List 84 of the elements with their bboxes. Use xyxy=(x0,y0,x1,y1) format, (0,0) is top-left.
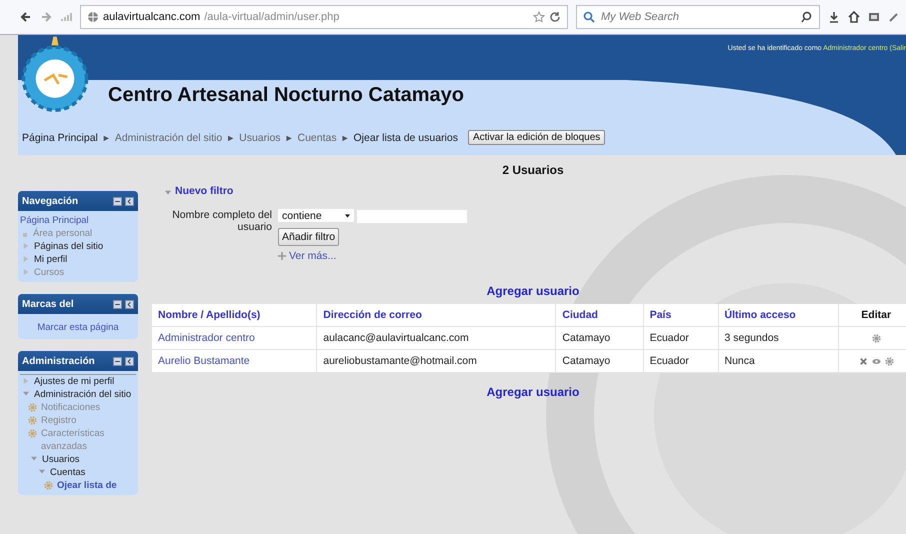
page-heading: 2 Usuarios xyxy=(501,163,565,177)
operator-dropdown[interactable]: contiene xyxy=(278,209,354,222)
breadcrumb-link[interactable]: Cuentas xyxy=(297,132,337,144)
breadcrumb-link[interactable]: Usuarios xyxy=(239,132,281,144)
bullet-icon xyxy=(23,233,27,237)
breadcrumb-separator: ► xyxy=(340,132,350,142)
back-icon[interactable] xyxy=(20,11,32,23)
site-title: Centro Artesanal Nocturno Catamayo xyxy=(107,83,464,108)
column-sort-link[interactable]: Último acceso xyxy=(724,309,796,321)
caret-icon xyxy=(345,214,350,218)
table-cell: Catamayo xyxy=(562,355,610,367)
eye-icon[interactable] xyxy=(872,356,881,366)
expanded-arrow-icon xyxy=(23,391,29,397)
nav-item[interactable]: Páginas del sitio xyxy=(34,240,104,253)
signal-icon xyxy=(60,11,72,23)
column-sort-link[interactable]: Ciudad xyxy=(562,309,598,321)
show-more-link[interactable]: Ver más... xyxy=(289,250,336,262)
table-cell: Catamayo xyxy=(562,332,610,344)
table-cell: aulacanc@aulavirtualcanc.com xyxy=(323,332,469,344)
collapsed-arrow-icon xyxy=(23,378,29,384)
search-engine-icon xyxy=(583,11,595,23)
expanded-arrow-icon xyxy=(165,190,171,196)
search-field[interactable]: My Web Search xyxy=(599,10,797,24)
breadcrumb-separator: ► xyxy=(226,132,236,142)
collapse-icon[interactable] xyxy=(113,356,122,366)
add-filter-button[interactable]: Añadir filtro xyxy=(278,228,340,246)
edit-blocks-button[interactable]: Activar la edición de bloques xyxy=(468,130,606,145)
home-icon[interactable] xyxy=(848,11,860,23)
user-name-link[interactable]: Aurelio Bustamante xyxy=(158,355,250,367)
nav-item[interactable]: Ojear lista de xyxy=(57,479,117,492)
reload-icon[interactable] xyxy=(549,11,561,23)
settings-icon[interactable] xyxy=(884,356,894,366)
search-bar[interactable]: My Web Search xyxy=(576,5,820,29)
filter-toggle[interactable]: Nuevo filtro xyxy=(175,185,234,197)
download-icon[interactable] xyxy=(828,11,840,23)
filter-value-field[interactable] xyxy=(356,209,468,224)
collapsed-arrow-icon xyxy=(23,269,29,275)
settings-icon[interactable] xyxy=(872,334,881,343)
column-sort-link[interactable]: Dirección de correo xyxy=(323,309,422,321)
dock-icon[interactable] xyxy=(125,196,134,206)
address-field[interactable]: aulavirtualcanc.com /aula-virtual/admin/user.php xyxy=(80,5,568,29)
column-sort-link[interactable]: País xyxy=(650,309,672,321)
dock-icon[interactable] xyxy=(125,356,134,366)
collapsed-arrow-icon xyxy=(23,256,29,262)
nav-item[interactable]: Usuarios xyxy=(42,453,80,466)
collapse-icon[interactable] xyxy=(113,300,122,308)
table-cell: Ecuador xyxy=(650,355,689,367)
dock-icon[interactable] xyxy=(125,300,134,308)
plus-icon xyxy=(278,252,286,260)
breadcrumb-link[interactable]: Administración del sitio xyxy=(114,132,222,144)
collapsed-arrow-icon xyxy=(23,243,29,249)
block-title: Navegación xyxy=(22,196,78,206)
breadcrumb-separator: ► xyxy=(102,132,111,142)
breadcrumb-link[interactable]: Ojear lista de usuarios xyxy=(354,132,458,144)
nav-item[interactable]: Mi perfil xyxy=(34,253,68,266)
delete-icon[interactable] xyxy=(858,356,868,366)
column-header: Editar xyxy=(861,309,892,321)
table-cell: aureliobustamante@hotmail.com xyxy=(323,355,477,367)
block-title: Administración xyxy=(22,356,95,366)
collapse-icon[interactable] xyxy=(113,196,122,206)
expanded-arrow-icon xyxy=(31,456,37,462)
filter-label: Nombre completo del usuario xyxy=(171,209,272,235)
globe-icon xyxy=(87,11,99,23)
table-cell: 3 segundos xyxy=(724,332,779,344)
star-icon[interactable] xyxy=(533,11,545,23)
window-icon[interactable] xyxy=(868,11,880,23)
block-title: Marcas del xyxy=(22,298,74,310)
breadcrumb-link[interactable]: Página Principal xyxy=(22,132,98,144)
breadcrumb-separator: ► xyxy=(284,132,294,142)
nav-item[interactable]: Página Principal xyxy=(20,214,89,227)
expanded-arrow-icon xyxy=(39,469,45,475)
add-user-link[interactable]: Agregar usuario xyxy=(486,284,580,298)
nav-item[interactable]: Cuentas xyxy=(50,466,86,479)
table-cell: Ecuador xyxy=(650,332,689,344)
user-name-link[interactable]: Administrador centro xyxy=(158,332,255,344)
bookmark-link[interactable]: Marcar esta página xyxy=(37,322,119,333)
column-sort-link[interactable]: Nombre / Apellido(s) xyxy=(158,309,260,321)
search-icon[interactable] xyxy=(801,11,813,23)
table-cell: Nunca xyxy=(724,355,755,367)
nav-item[interactable]: Ajustes de mi perfil xyxy=(34,375,114,388)
gear-icon xyxy=(44,481,53,490)
nav-item[interactable]: Administración del sitio xyxy=(34,388,132,401)
add-user-link[interactable]: Agregar usuario xyxy=(486,385,580,399)
pen-icon[interactable] xyxy=(888,11,900,23)
